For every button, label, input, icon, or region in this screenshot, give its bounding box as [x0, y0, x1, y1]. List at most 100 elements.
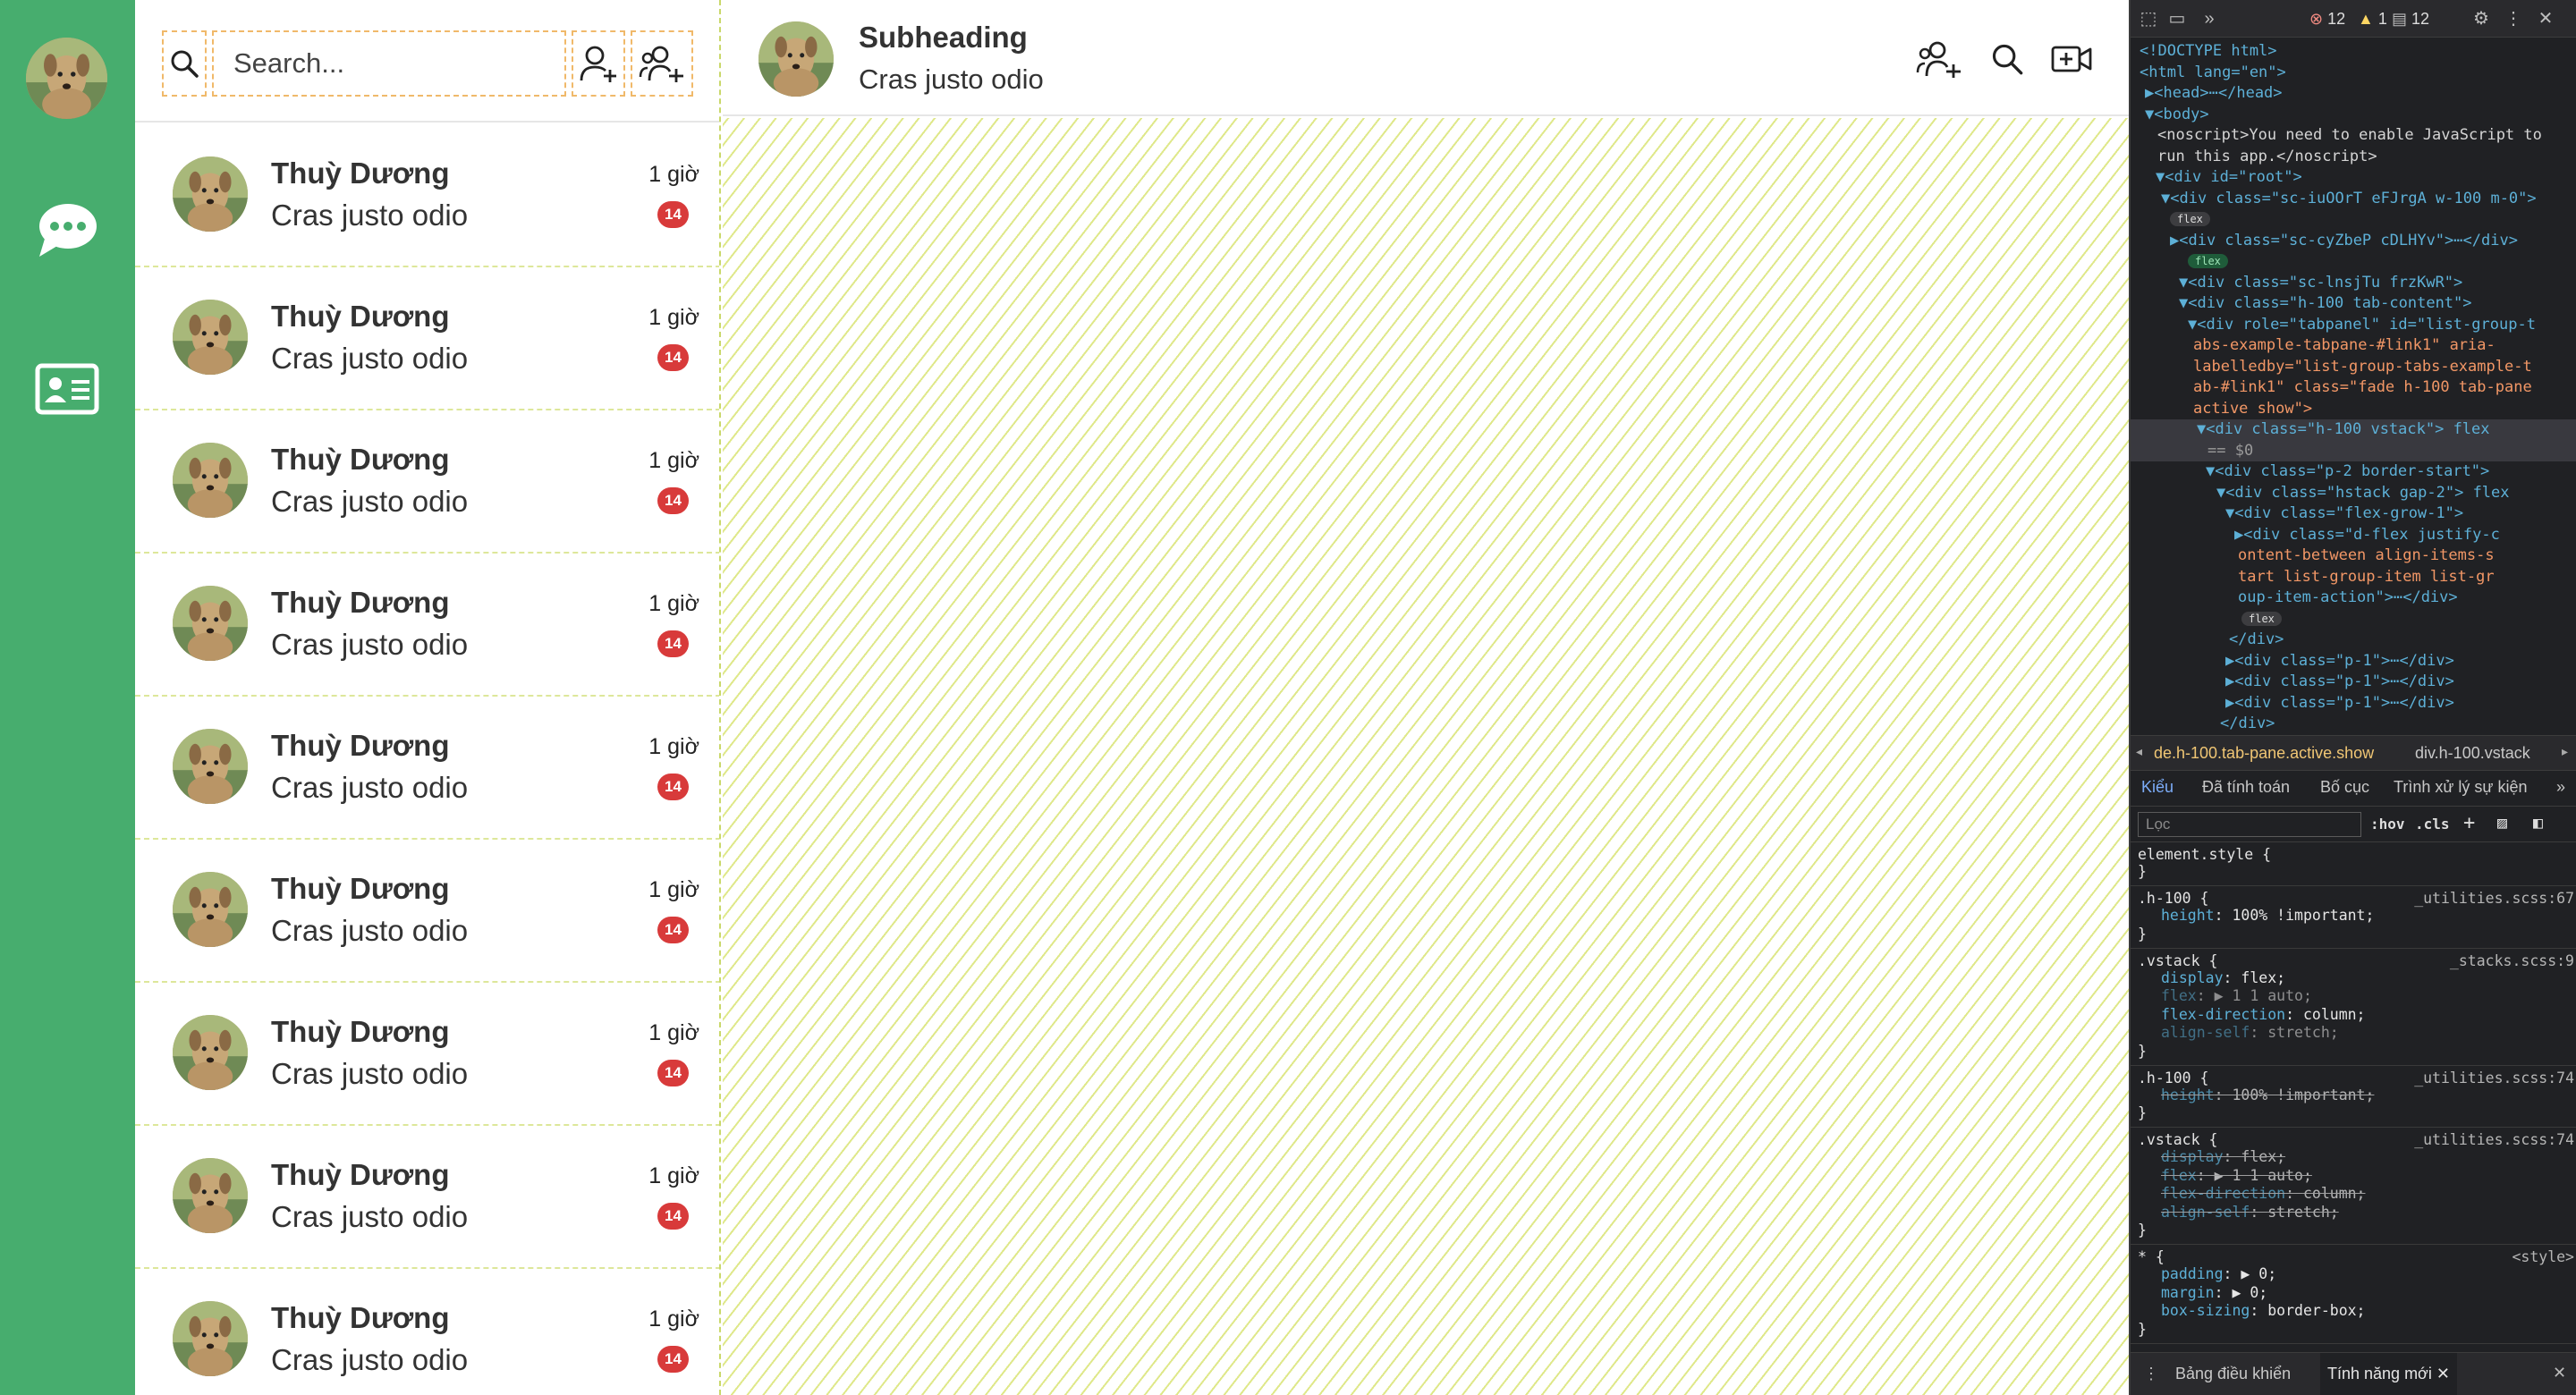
contact-item[interactable]: Thuỳ Dương Cras justo odio 1 giờ 14 — [135, 267, 719, 410]
dom-node[interactable]: <!DOCTYPE html> — [2131, 41, 2576, 63]
css-rule[interactable]: .vstack {_stacks.scss:9 display: flex; fle… — [2131, 949, 2576, 1066]
dom-node[interactable]: ab-#link1" class="fade h-100 tab-pane — [2131, 377, 2576, 399]
dom-node[interactable]: active show"> — [2131, 399, 2576, 420]
dom-node[interactable]: ▼<div class="sc-lnsjTu frzKwR"> — [2131, 273, 2576, 294]
search-input[interactable] — [214, 32, 564, 95]
close-tab-icon[interactable]: ✕ — [2436, 1365, 2450, 1382]
dom-node[interactable]: == $0 — [2131, 440, 2576, 461]
css-source-link[interactable]: _utilities.scss:67 — [2414, 890, 2574, 907]
tab-layout[interactable]: Bố cục — [2320, 778, 2369, 797]
message-count[interactable]: ▤ 12 — [2392, 10, 2429, 29]
kebab-menu-icon[interactable]: ⋮ — [2503, 9, 2524, 29]
dom-node[interactable]: ▼<div class="hstack gap-2"> flex — [2131, 483, 2576, 504]
css-declaration[interactable]: flex: ▶ 1 1 auto; — [2138, 1167, 2572, 1186]
css-declaration[interactable]: height: 100% !important; — [2138, 1086, 2572, 1105]
css-rule[interactable]: .vstack {_utilities.scss:74 display: flex… — [2131, 1128, 2576, 1245]
dom-node[interactable]: labelledby="list-group-tabs-example-t — [2131, 357, 2576, 378]
css-declaration[interactable]: box-sizing: border-box; — [2138, 1302, 2572, 1321]
dom-node[interactable]: run this app.</noscript> — [2131, 147, 2576, 168]
contact-item[interactable]: Thuỳ Dương Cras justo odio 1 giờ 14 — [135, 554, 719, 697]
dom-node[interactable]: ▶<div class="sc-cyZbeP cDLHYv">⋯</div> — [2131, 231, 2576, 252]
dom-node[interactable]: ▶<div class="d-flex justify-c — [2131, 525, 2576, 546]
dom-node[interactable]: flex — [2131, 251, 2576, 273]
drawer-menu-icon[interactable]: ⋮ — [2143, 1365, 2159, 1383]
css-declaration[interactable]: align-self: stretch; — [2138, 1024, 2572, 1043]
create-group-button[interactable] — [631, 30, 693, 97]
search-button[interactable] — [162, 30, 207, 97]
css-declaration[interactable]: display: flex; — [2138, 969, 2572, 988]
tab-computed[interactable]: Đã tính toán — [2202, 778, 2290, 797]
dom-node[interactable]: ▶<div class="p-1">⋯</div> — [2131, 651, 2576, 672]
tab-event-listeners[interactable]: Trình xử lý sự kiện — [2394, 778, 2527, 797]
breadcrumb-item[interactable]: de.h-100.tab-pane.active.show — [2154, 744, 2374, 763]
breadcrumb-left-arrow-icon[interactable]: ◂ — [2136, 744, 2142, 759]
dom-node[interactable]: tart list-group-item list-gr — [2131, 567, 2576, 588]
dom-node[interactable]: ▼<body> — [2131, 105, 2576, 126]
css-declaration[interactable]: flex-direction: column; — [2138, 1006, 2572, 1025]
device-toolbar-icon[interactable]: ▭ — [2166, 9, 2188, 29]
contact-item[interactable]: Thuỳ Dương Cras justo odio 1 giờ 14 — [135, 1126, 719, 1269]
contact-item[interactable]: Thuỳ Dương Cras justo odio 1 giờ 14 — [135, 983, 719, 1126]
css-rule[interactable]: element.style {} — [2131, 842, 2576, 886]
hover-state-toggle[interactable]: :hov — [2370, 816, 2405, 833]
add-member-button[interactable] — [1912, 32, 1966, 86]
close-icon[interactable]: ✕ — [2535, 9, 2556, 29]
css-source-link[interactable]: _utilities.scss:74 — [2414, 1070, 2574, 1086]
search-messages-button[interactable] — [1980, 32, 2034, 86]
more-tabs-icon[interactable]: » — [2556, 778, 2565, 797]
css-declaration[interactable]: align-self: stretch; — [2138, 1204, 2572, 1222]
breadcrumb-item[interactable]: div.h-100.vstack — [2415, 744, 2530, 763]
dom-node[interactable]: ▶<div class="p-1">⋯</div> — [2131, 693, 2576, 714]
dom-node[interactable]: ▶<div class="p-1">⋯</div> — [2131, 672, 2576, 693]
dom-node[interactable]: </div> — [2131, 714, 2576, 735]
dom-node[interactable]: ontent-between align-items-s — [2131, 545, 2576, 567]
dom-node[interactable]: ▶<head>⋯</head> — [2131, 83, 2576, 105]
css-rule[interactable]: * {<style> padding: ▶ 0; margin: ▶ 0; box-s… — [2131, 1245, 2576, 1344]
class-toggle[interactable]: .cls — [2415, 816, 2450, 833]
dom-node[interactable]: abs-example-tabpane-#link1" aria- — [2131, 335, 2576, 357]
dom-node[interactable]: ▼<div role="tabpanel" id="list-group-t — [2131, 315, 2576, 336]
dom-node[interactable]: </div> — [2131, 630, 2576, 651]
css-declaration[interactable]: flex-direction: column; — [2138, 1185, 2572, 1204]
chat-nav-button[interactable] — [27, 190, 107, 270]
styles-filter-input[interactable] — [2138, 812, 2361, 837]
paint-brush-icon[interactable]: ▨ — [2497, 814, 2507, 833]
contact-item[interactable]: Thuỳ Dương Cras justo odio 1 giờ 14 — [135, 1269, 719, 1395]
dom-node[interactable]: ▼<div class="flex-grow-1"> — [2131, 503, 2576, 525]
dom-node[interactable]: flex — [2131, 609, 2576, 630]
contact-item[interactable]: Thuỳ Dương Cras justo odio 1 giờ 14 — [135, 410, 719, 554]
dom-node[interactable]: ▼<div class="h-100 vstack"> flex — [2131, 419, 2576, 441]
user-avatar[interactable] — [26, 38, 107, 119]
css-rule[interactable]: .h-100 {_utilities.scss:74 height: 100% !… — [2131, 1066, 2576, 1128]
error-count[interactable]: ⊗ 12 — [2309, 10, 2345, 29]
settings-gear-icon[interactable]: ⚙ — [2470, 9, 2492, 29]
css-declaration[interactable]: margin: ▶ 0; — [2138, 1284, 2572, 1303]
dom-node[interactable]: oup-item-action">⋯</div> — [2131, 588, 2576, 609]
dom-node[interactable]: <html lang="en"> — [2131, 63, 2576, 84]
dom-node[interactable]: flex — [2131, 209, 2576, 231]
breadcrumb-right-arrow-icon[interactable]: ▸ — [2562, 744, 2568, 759]
css-rule[interactable]: .h-100 {_utilities.scss:67 height: 100% !… — [2131, 886, 2576, 949]
chat-avatar[interactable] — [758, 21, 834, 97]
dom-node[interactable]: ▼<div class="sc-iuOOrT eFJrgA w-100 m-0"… — [2131, 189, 2576, 210]
contact-item[interactable]: Thuỳ Dương Cras justo odio 1 giờ 14 — [135, 840, 719, 983]
close-drawer-icon[interactable]: ✕ — [2553, 1364, 2566, 1382]
new-rule-icon[interactable]: + — [2463, 812, 2475, 834]
css-source-link[interactable]: _stacks.scss:9 — [2450, 952, 2574, 969]
css-declaration[interactable]: height: 100% !important; — [2138, 907, 2572, 926]
css-source-link[interactable]: _utilities.scss:74 — [2414, 1131, 2574, 1148]
dom-node[interactable]: <noscript>You need to enable JavaScript … — [2131, 125, 2576, 147]
css-declaration[interactable]: flex: ▶ 1 1 auto; — [2138, 987, 2572, 1006]
dom-node[interactable]: ▼<div class="h-100 tab-content"> — [2131, 293, 2576, 315]
contact-item[interactable]: Thuỳ Dương Cras justo odio 1 giờ 14 — [135, 124, 719, 267]
warning-count[interactable]: ▲ 1 — [2358, 10, 2387, 29]
tab-styles[interactable]: Kiểu — [2141, 778, 2174, 797]
dom-node[interactable]: ▼<div id="root"> — [2131, 167, 2576, 189]
inspect-element-icon[interactable]: ⬚ — [2138, 9, 2159, 29]
video-call-button[interactable] — [2045, 32, 2098, 86]
drawer-tab-console[interactable]: Bảng điều khiển — [2175, 1365, 2291, 1383]
drawer-tab-whats-new[interactable]: Tính năng mới ✕ — [2320, 1353, 2457, 1395]
css-source-link[interactable]: <style> — [2512, 1248, 2574, 1265]
dom-node[interactable]: ▼<div class="p-2 border-start"> — [2131, 461, 2576, 483]
add-friend-button[interactable] — [572, 30, 625, 97]
